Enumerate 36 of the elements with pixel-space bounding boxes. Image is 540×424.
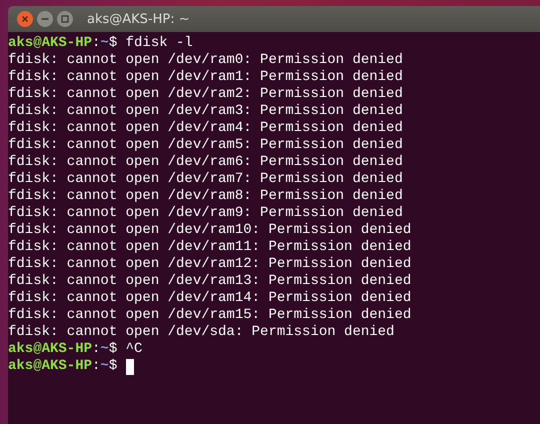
prompt-symbol: $	[108, 35, 118, 52]
output-line: fdisk: cannot open /dev/ram2: Permission denied	[8, 86, 403, 103]
maximize-icon[interactable]	[57, 11, 73, 27]
output-line: fdisk: cannot open /dev/ram3: Permission denied	[8, 103, 403, 120]
output-line: fdisk: cannot open /dev/ram14: Permission denied	[8, 290, 412, 307]
minimize-icon[interactable]	[37, 11, 53, 27]
prompt-separator: :	[92, 35, 100, 52]
output-line: fdisk: cannot open /dev/ram4: Permission denied	[8, 120, 403, 137]
output-line: fdisk: cannot open /dev/ram1: Permission denied	[8, 69, 403, 86]
window-title: aks@AKS-HP: ~	[87, 12, 190, 26]
prompt-path: ~	[100, 358, 109, 375]
prompt-user: aks@AKS-HP	[8, 358, 92, 375]
output-line: fdisk: cannot open /dev/ram11: Permission denied	[8, 239, 412, 256]
output-line: fdisk: cannot open /dev/ram5: Permission denied	[8, 137, 403, 154]
output-line: fdisk: cannot open /dev/ram13: Permission denied	[8, 273, 412, 290]
command-text: ^C	[126, 341, 142, 358]
close-icon[interactable]	[17, 11, 33, 27]
output-line: fdisk: cannot open /dev/sda: Permission denied	[8, 324, 394, 341]
prompt-user: aks@AKS-HP	[8, 35, 92, 52]
prompt-user: aks@AKS-HP	[8, 341, 92, 358]
output-line: fdisk: cannot open /dev/ram10: Permission denied	[8, 222, 412, 239]
command-text: fdisk -l	[126, 35, 193, 52]
prompt-separator: :	[92, 358, 100, 375]
prompt-path: ~	[100, 35, 109, 52]
output-line: fdisk: cannot open /dev/ram8: Permission denied	[8, 188, 403, 205]
text-cursor	[126, 358, 134, 374]
output-line: fdisk: cannot open /dev/ram6: Permission denied	[8, 154, 403, 171]
prompt-path: ~	[100, 341, 109, 358]
prompt-separator: :	[92, 341, 100, 358]
output-line: fdisk: cannot open /dev/ram9: Permission denied	[8, 205, 403, 222]
output-line: fdisk: cannot open /dev/ram12: Permission denied	[8, 256, 412, 273]
output-line: fdisk: cannot open /dev/ram0: Permission denied	[8, 52, 403, 69]
prompt-symbol: $	[108, 358, 118, 375]
output-line: fdisk: cannot open /dev/ram7: Permission denied	[8, 171, 403, 188]
output-line: fdisk: cannot open /dev/ram15: Permission denied	[8, 307, 412, 324]
prompt-symbol: $	[108, 341, 118, 358]
